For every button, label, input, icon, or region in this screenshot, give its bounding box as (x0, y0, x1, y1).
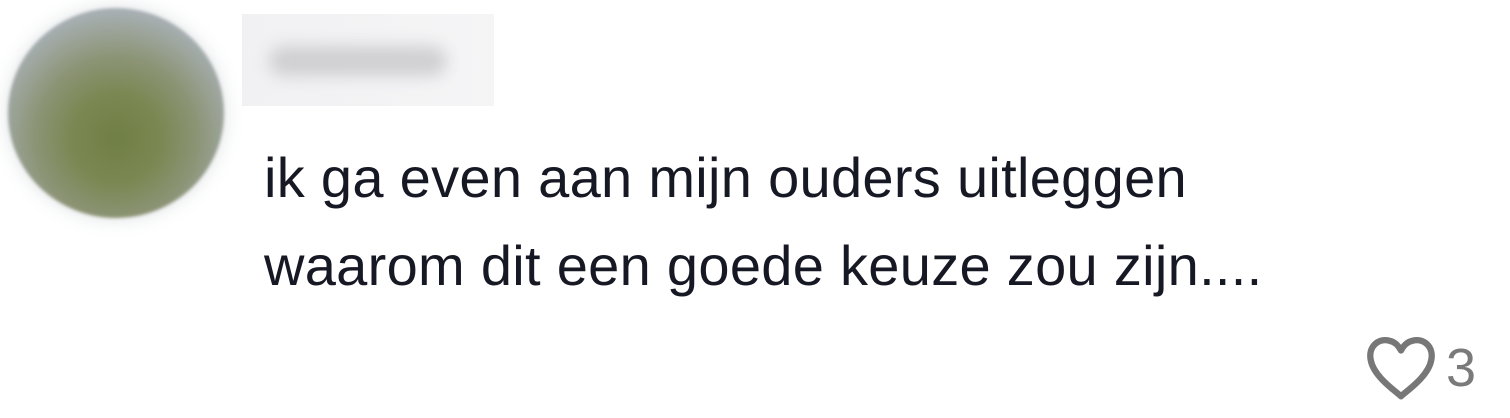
username-redaction (269, 46, 447, 76)
avatar[interactable] (8, 8, 224, 218)
heart-outline-icon[interactable] (1362, 330, 1440, 408)
comment-card: ik ga even aan mijn ouders uitleggen waa… (0, 0, 1510, 418)
like-control[interactable]: 3 (1362, 326, 1476, 412)
like-count: 3 (1446, 338, 1477, 398)
blurred-username[interactable] (242, 14, 494, 106)
comment-text: ik ga even aan mijn ouders uitleggen waa… (264, 146, 1263, 297)
